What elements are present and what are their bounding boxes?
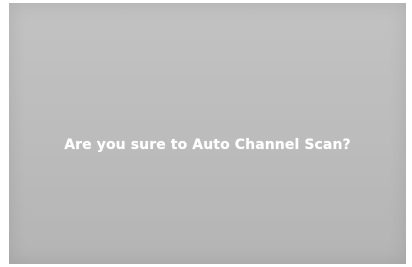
auto-channel-scan-prompt: Are you sure to Auto Channel Scan? [64,137,351,153]
tv-display: Are you sure to Auto Channel Scan? [0,0,412,267]
confirmation-screen: Are you sure to Auto Channel Scan? [9,3,406,264]
